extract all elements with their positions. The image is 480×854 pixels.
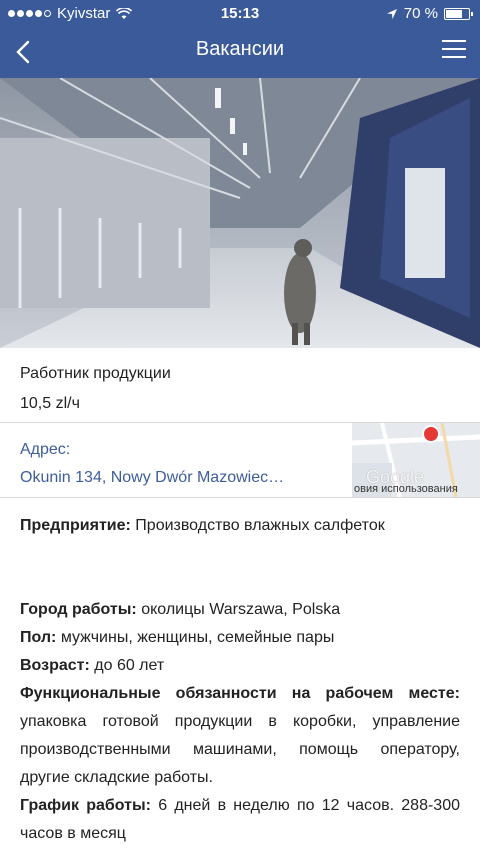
age-label: Возраст:: [20, 657, 90, 674]
schedule-line: График работы: 6 дней в неделю по 12 час…: [20, 792, 460, 848]
battery-percent: 70 %: [403, 5, 438, 22]
age-value: до 60 лет: [89, 657, 165, 674]
map-terms[interactable]: овия использования: [354, 483, 458, 495]
page-title: Вакансии: [195, 38, 285, 60]
job-title: Работник продукции: [20, 365, 171, 382]
gender-label: Пол:: [20, 629, 57, 646]
address-row[interactable]: Адрес: Okunin 134, Nowy Dwór Mazowiec… G…: [0, 422, 480, 498]
status-bar: Kyivstar 15:13 70 %: [0, 0, 480, 28]
gender-value: мужчины, женщины, семейные пары: [56, 629, 335, 646]
job-salary: 10,5 zl/ч: [20, 395, 80, 412]
battery-icon: [444, 7, 473, 20]
city-label: Город работы:: [20, 601, 137, 618]
duties-value: упаковка готовой продукции в коробки, уп…: [20, 713, 460, 786]
duties-label: Функциональные обязанности на рабочем ме…: [20, 685, 460, 702]
map-thumbnail[interactable]: Google овия использования: [352, 423, 480, 497]
navigation-bar: Вакансии: [0, 28, 480, 78]
schedule-label: График работы:: [20, 797, 151, 814]
map-pin-icon: [422, 425, 440, 443]
job-details: Предприятие: Производство влажных салфет…: [20, 512, 460, 848]
city-value: околицы Warszawa, Polska: [136, 601, 341, 618]
factory-photo: [0, 78, 480, 348]
company-value: Производство влажных салфеток: [130, 517, 385, 534]
age-line: Возраст: до 60 лет: [20, 652, 460, 680]
address-label: Адрес:: [20, 441, 71, 458]
duties-line: Функциональные обязанности на рабочем ме…: [20, 680, 460, 792]
company-line: Предприятие: Производство влажных салфет…: [20, 512, 460, 540]
top-bar: Kyivstar 15:13 70 % Вакансии: [0, 0, 480, 78]
address-link[interactable]: Okunin 134, Nowy Dwór Mazowiec…: [20, 469, 284, 487]
company-label: Предприятие:: [20, 517, 131, 534]
job-summary: Работник продукции 10,5 zl/ч: [20, 362, 460, 416]
hamburger-menu-icon[interactable]: [442, 40, 466, 60]
city-line: Город работы: околицы Warszawa, Polska: [20, 596, 460, 624]
status-right: 70 %: [386, 5, 473, 22]
location-arrow-icon: [386, 8, 397, 19]
gender-line: Пол: мужчины, женщины, семейные пары: [20, 624, 460, 652]
